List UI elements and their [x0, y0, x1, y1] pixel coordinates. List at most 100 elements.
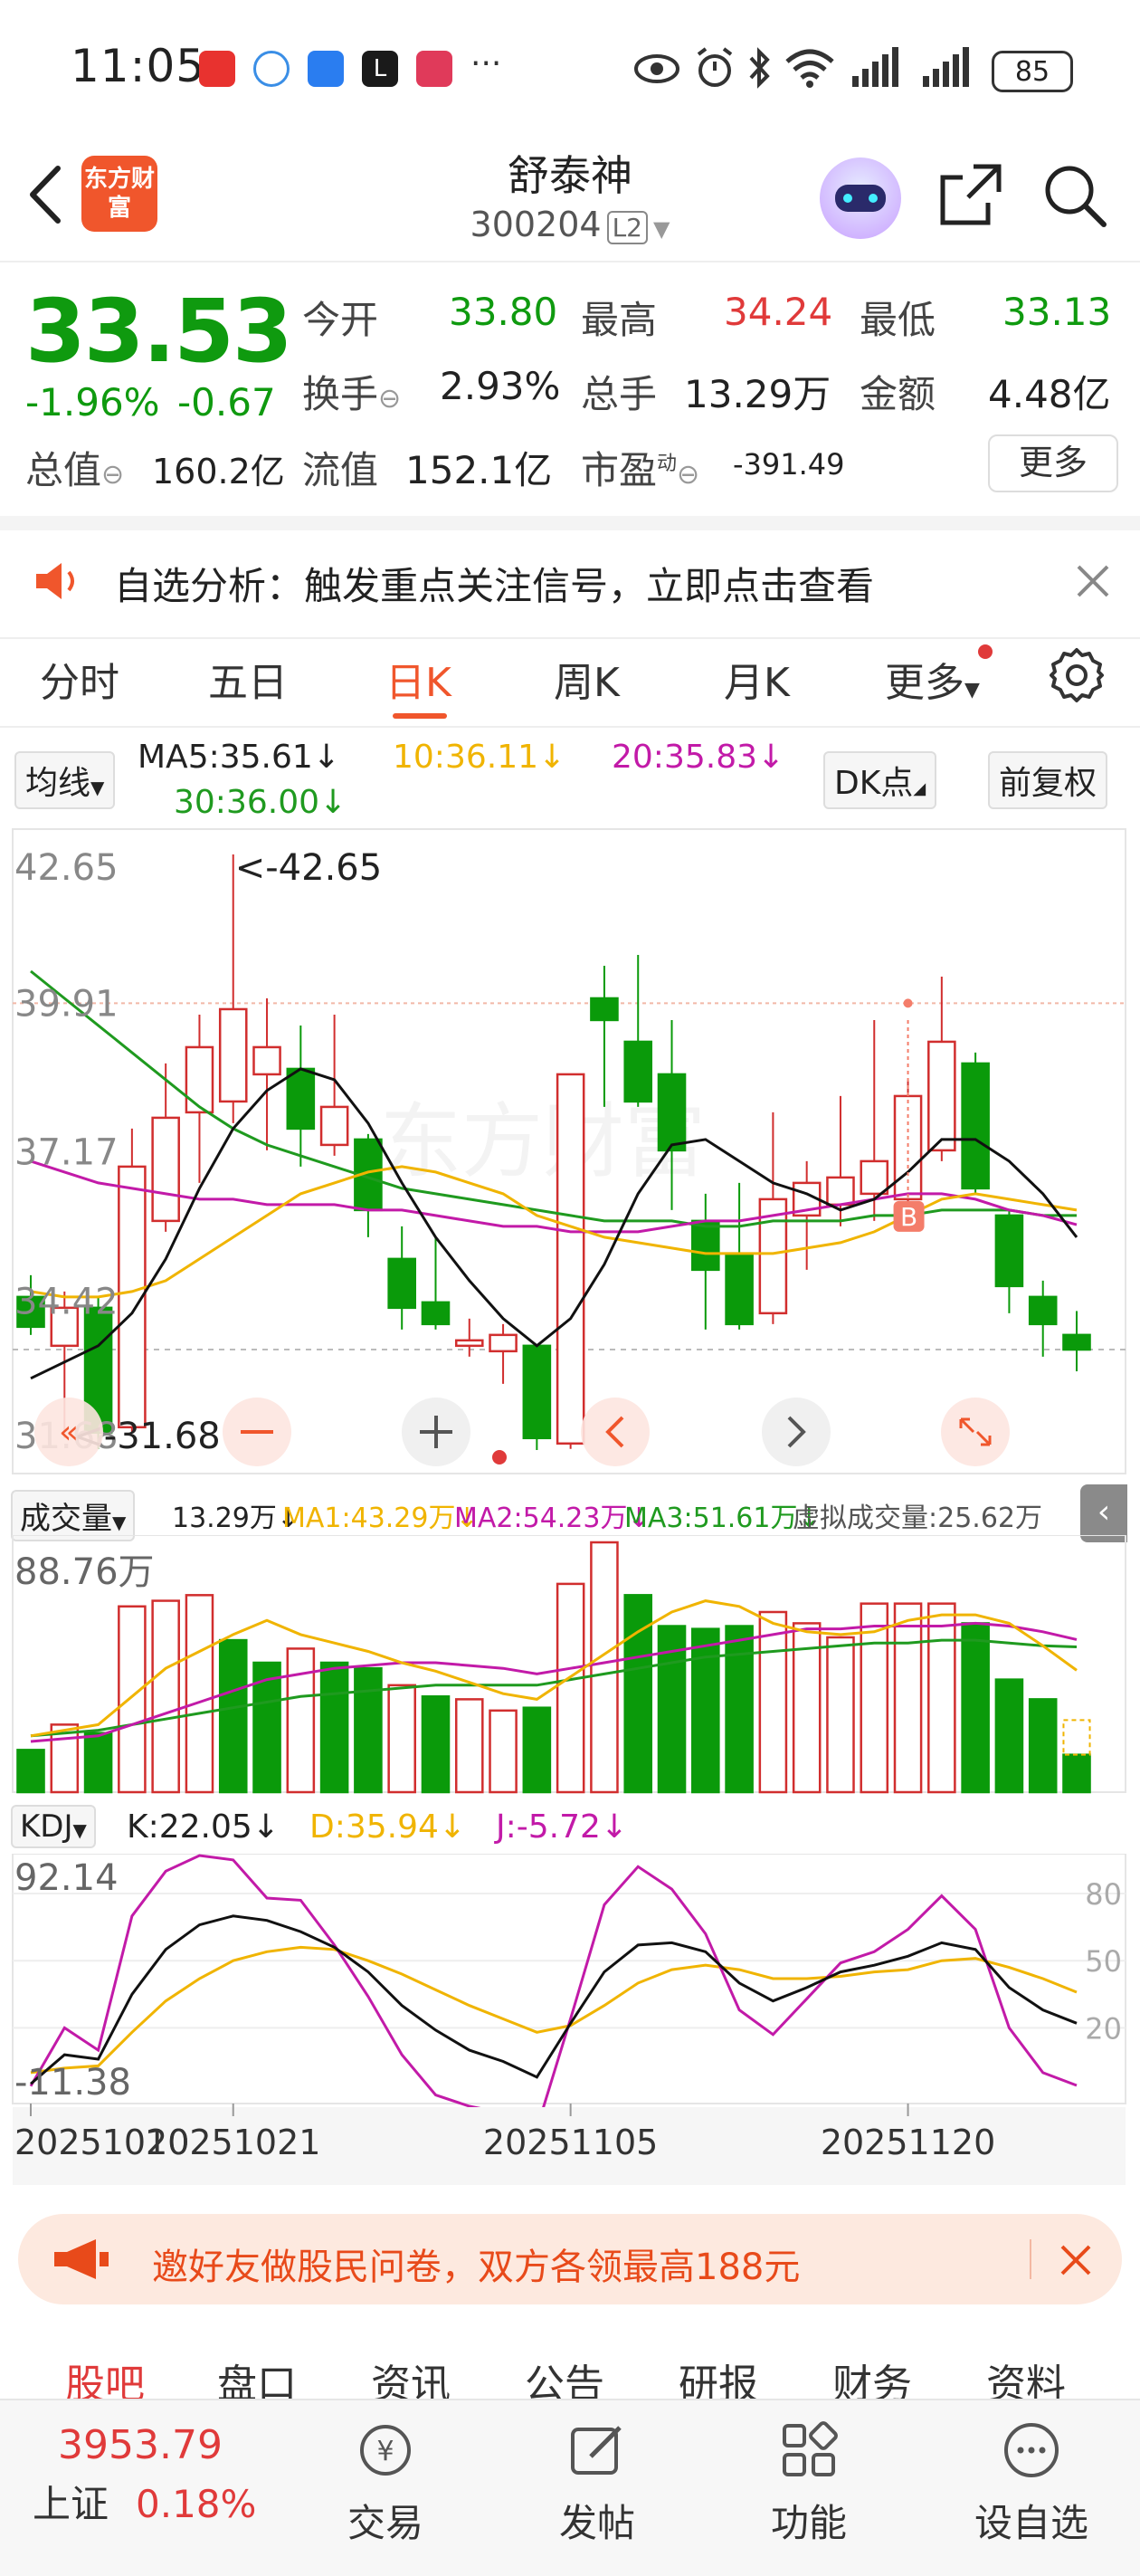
volume-bar[interactable] — [556, 1582, 585, 1794]
candle[interactable] — [218, 854, 248, 1123]
candle[interactable] — [792, 1160, 822, 1270]
pe-value: -391.49 — [733, 447, 845, 482]
post-button[interactable]: 发帖 — [525, 2419, 670, 2548]
volume-bar[interactable] — [16, 1749, 45, 1794]
pan-left-button[interactable] — [581, 1398, 650, 1466]
volume-bar[interactable] — [1062, 1753, 1091, 1794]
more-quote-button[interactable]: 更多 — [988, 434, 1118, 492]
huawei-app-icon — [199, 51, 235, 87]
kdj-indicator-select[interactable]: KDJ▼ — [11, 1805, 96, 1848]
candle[interactable] — [387, 1226, 416, 1330]
tab-more[interactable]: 更多▼ — [885, 644, 993, 708]
candle[interactable] — [691, 1193, 720, 1330]
candlestick-chart[interactable]: 东方财富 B 42.6539.9137.1734.4231.68<-42.65<… — [0, 825, 1140, 1477]
promo-banner[interactable]: 邀好友做股民问卷，双方各领最高188元 — [18, 2214, 1122, 2304]
candle[interactable] — [354, 1133, 383, 1237]
date-axis-label: 20251120 — [821, 2123, 995, 2162]
candle[interactable] — [1062, 1311, 1091, 1372]
volume-bar[interactable] — [454, 1698, 484, 1794]
candle[interactable] — [489, 1323, 518, 1384]
candle[interactable] — [994, 1209, 1024, 1313]
volume-bar[interactable] — [826, 1636, 855, 1794]
candle[interactable] — [927, 976, 956, 1161]
store-app-icon — [416, 51, 452, 87]
volume-bar[interactable] — [151, 1599, 180, 1794]
candle[interactable] — [623, 954, 653, 1107]
volume-bar[interactable] — [421, 1695, 451, 1794]
volume-bar[interactable] — [354, 1666, 383, 1794]
wifi-icon — [785, 49, 834, 88]
volume-bar[interactable] — [590, 1541, 619, 1794]
assistant-avatar-icon[interactable] — [820, 157, 901, 239]
trade-button[interactable]: ¥ 交易 — [313, 2419, 458, 2548]
volume-bar[interactable] — [758, 1610, 788, 1794]
volume-indicator-select[interactable]: 成交量▼ — [11, 1490, 136, 1541]
dk-point-button[interactable]: DK点◢ — [823, 751, 937, 809]
volume-bar[interactable] — [725, 1625, 754, 1794]
volume-bar[interactable] — [218, 1638, 248, 1794]
index-ticker[interactable]: 3953.79 上证 0.18% — [33, 2422, 304, 2529]
volume-bar[interactable] — [893, 1602, 923, 1794]
float-mv-label: 流值 — [302, 448, 379, 492]
tab-monthly-k[interactable]: 月K — [724, 650, 790, 708]
signal-icon-1 — [852, 47, 898, 87]
status-bar: 11:05 L ··· 85 — [0, 0, 1140, 136]
info-icon[interactable]: ⊖ — [677, 459, 699, 491]
volume-bar[interactable] — [522, 1706, 552, 1794]
close-icon[interactable] — [1075, 563, 1111, 599]
fullscreen-button[interactable] — [941, 1398, 1010, 1466]
battery-indicator: 85 — [992, 51, 1073, 92]
tab-five-day[interactable]: 五日 — [208, 650, 288, 708]
eye-icon — [634, 54, 679, 83]
volume-bar[interactable] — [927, 1602, 956, 1794]
search-icon[interactable] — [1042, 163, 1107, 228]
candle[interactable] — [590, 965, 619, 1107]
settings-gear-icon[interactable] — [1048, 646, 1106, 704]
volume-bar[interactable] — [961, 1622, 990, 1794]
kdj-chart[interactable]: 80502092.14-11.38 2025101020251021 202511… — [0, 1854, 1140, 2189]
adjust-button[interactable]: 前复权 — [988, 751, 1108, 809]
volume-chart[interactable]: 88.76万 — [0, 1535, 1140, 1794]
volume-bar[interactable] — [994, 1678, 1024, 1794]
pe-label: 市盈动⊖ — [581, 448, 700, 492]
indicator-type-select[interactable]: 均线▼ — [14, 751, 116, 809]
alert-banner[interactable]: 自选分析：触发重点关注信号，立即点击查看 — [0, 516, 1140, 639]
volume-bar[interactable] — [83, 1732, 113, 1794]
candle[interactable] — [1028, 1280, 1058, 1357]
candle[interactable] — [725, 1182, 754, 1330]
volume-bar[interactable] — [319, 1661, 349, 1794]
max-price-marker: <-42.65 — [235, 847, 382, 889]
candle[interactable] — [454, 1318, 484, 1357]
candle[interactable] — [286, 1025, 316, 1167]
candle[interactable] — [961, 1052, 990, 1194]
candle[interactable] — [118, 1128, 147, 1433]
volume-bar[interactable] — [489, 1709, 518, 1794]
close-icon[interactable] — [1059, 2243, 1093, 2277]
share-icon[interactable] — [937, 161, 1004, 228]
info-icon[interactable]: ⊖ — [378, 383, 401, 415]
volume-bar[interactable] — [185, 1594, 214, 1794]
high-point-dot — [903, 998, 913, 1008]
tab-weekly-k[interactable]: 周K — [554, 650, 620, 708]
volume-ma1: MA1:43.29万↓ — [282, 1503, 479, 1534]
volume-bar[interactable] — [691, 1627, 720, 1794]
functions-button[interactable]: 功能 — [736, 2419, 881, 2548]
volume-bar[interactable] — [286, 1647, 316, 1794]
candle[interactable] — [252, 997, 281, 1150]
collapse-panel-button[interactable]: ‹ — [1080, 1484, 1127, 1542]
candle[interactable] — [522, 1344, 552, 1450]
pan-right-button[interactable] — [762, 1398, 831, 1466]
candle[interactable] — [319, 1014, 349, 1156]
index-value: 3953.79 — [58, 2422, 223, 2468]
tab-daily-k[interactable]: 日K — [385, 650, 451, 708]
svg-text:¥: ¥ — [376, 2436, 394, 2467]
candle[interactable] — [556, 1073, 585, 1449]
info-icon[interactable]: ⊖ — [101, 459, 124, 491]
volume-bar[interactable] — [118, 1605, 147, 1794]
volume-bar[interactable] — [387, 1684, 416, 1794]
volume-bar[interactable] — [1028, 1698, 1058, 1794]
add-watchlist-button[interactable]: 设自选 — [959, 2419, 1104, 2548]
volume-bar[interactable] — [623, 1594, 653, 1794]
tab-timeshare[interactable]: 分时 — [40, 650, 119, 708]
turnover-label: 换手⊖ — [302, 372, 402, 416]
